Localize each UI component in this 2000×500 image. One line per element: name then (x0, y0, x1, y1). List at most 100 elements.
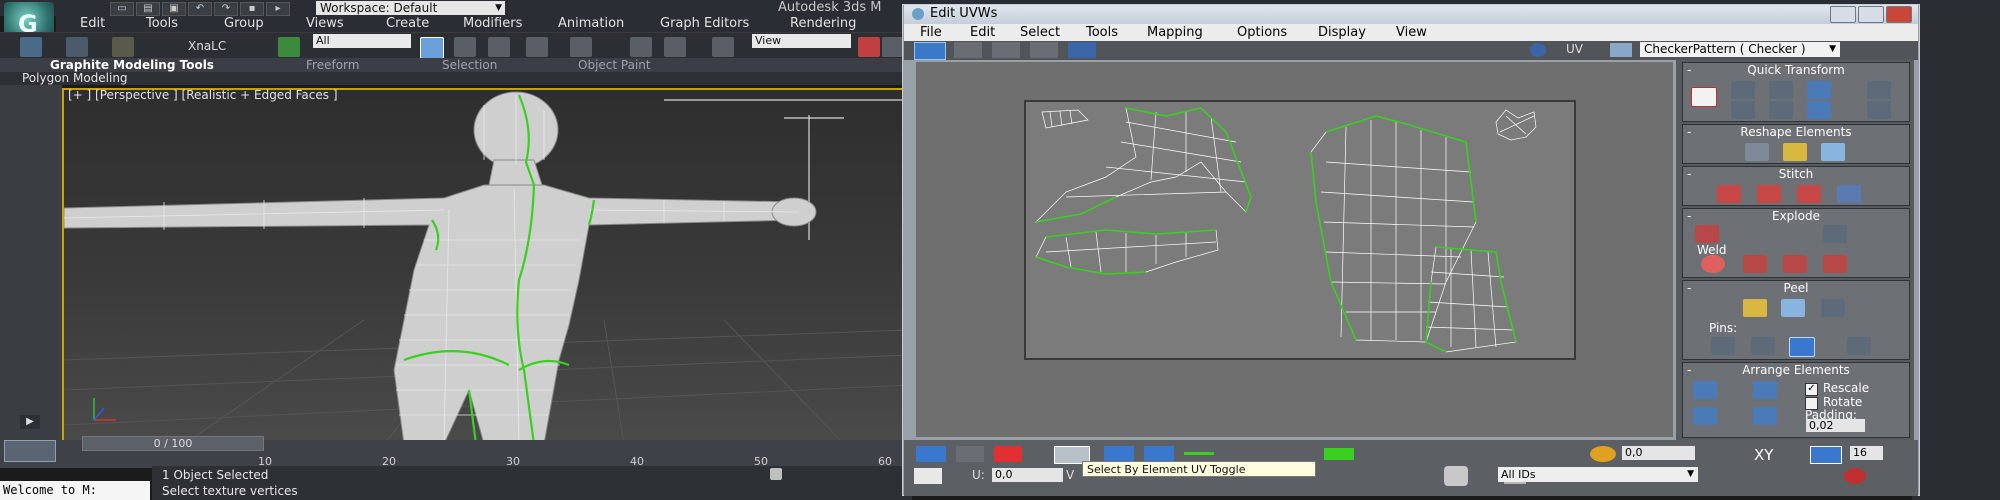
menu-graph-editors[interactable]: Graph Editors (660, 16, 749, 32)
u-coordinate-field[interactable]: 0,0 (992, 468, 1063, 482)
link-icon[interactable] (20, 37, 42, 57)
tab-object-paint[interactable]: Object Paint (578, 58, 651, 72)
vertex-mode-icon[interactable] (916, 446, 946, 462)
break-icon[interactable] (1695, 225, 1719, 243)
tab-freeform[interactable]: Freeform (306, 58, 359, 72)
shrink-selection-icon[interactable] (1144, 446, 1174, 462)
undo-icon[interactable]: ↶ (188, 2, 212, 16)
mirror-uv-icon[interactable] (1068, 42, 1096, 58)
rectangular-selection-icon[interactable] (488, 37, 510, 57)
viewport-label[interactable]: [+ ] [Perspective ] [Realistic + Edged F… (68, 88, 338, 102)
uvw-menu-select[interactable]: Select (1020, 25, 1060, 40)
uv-channel-icon[interactable] (1610, 43, 1632, 57)
polygon-mode-icon[interactable] (994, 446, 1022, 462)
play-icon[interactable]: ▶ (20, 415, 40, 429)
menu-rendering[interactable]: Rendering (790, 16, 856, 32)
redo-icon[interactable]: ↷ (214, 2, 238, 16)
close-button[interactable] (1886, 6, 1912, 23)
uvw-menu-edit[interactable]: Edit (970, 25, 995, 40)
soft-selection-icon[interactable] (1590, 446, 1616, 462)
window-crossing-icon[interactable] (526, 37, 548, 57)
material-id-dropdown[interactable]: All IDs ▼ (1498, 467, 1698, 482)
weld-settings-icon[interactable] (1823, 255, 1847, 273)
set-pivot-icon[interactable] (1691, 87, 1717, 107)
loop-selection-icon[interactable] (1324, 448, 1354, 460)
align-horizontal-icon[interactable] (1731, 81, 1755, 99)
padding-spinner[interactable]: 0,02 (1806, 419, 1865, 432)
stitch-settings-icon[interactable] (1837, 185, 1861, 203)
open-file-icon[interactable]: ▤ (136, 2, 160, 16)
peel-mode-icon[interactable] (1781, 299, 1805, 317)
tab-graphite-modeling-tools[interactable]: Graphite Modeling Tools (50, 58, 214, 72)
detach-edge-verts-icon[interactable] (1823, 225, 1847, 243)
menu-views[interactable]: Views (306, 16, 344, 32)
menu-edit[interactable]: Edit (80, 16, 105, 32)
maxscript-listener[interactable]: Welcome to M: (0, 481, 150, 500)
move-icon[interactable] (914, 42, 946, 60)
project-folder-icon[interactable]: ▸ (266, 2, 290, 16)
select-rotate-icon[interactable] (630, 37, 652, 57)
tab-selection[interactable]: Selection (442, 58, 497, 72)
rollout-title[interactable]: Quick Transform (1683, 63, 1909, 77)
xy-toggle[interactable]: XY (1754, 446, 1773, 464)
checker-display-icon[interactable] (1530, 43, 1546, 57)
scale-icon[interactable] (992, 42, 1020, 58)
soft-selection-falloff-field[interactable]: 0,0 (1622, 446, 1695, 460)
rescale-elements-icon[interactable] (1753, 407, 1777, 425)
weld-all-selected-icon[interactable] (1783, 255, 1807, 273)
save-file-icon[interactable]: ▣ (162, 2, 186, 16)
absolute-offset-icon[interactable] (914, 468, 942, 484)
align-vertical-icon[interactable] (1769, 81, 1793, 99)
grid-size-field[interactable]: 16 (1850, 446, 1883, 460)
mirror-icon[interactable] (882, 37, 904, 57)
menu-create[interactable]: Create (386, 16, 429, 32)
hold-icon[interactable]: ▪ (240, 2, 264, 16)
edit-uvws-titlebar[interactable] (904, 5, 1918, 24)
rollout-title[interactable]: Peel (1683, 281, 1909, 295)
edge-mode-icon[interactable] (956, 446, 984, 462)
pack-normalize-icon[interactable] (1693, 381, 1717, 399)
pan-hand-icon[interactable] (1444, 466, 1468, 486)
uvw-menu-display[interactable]: Display (1318, 25, 1366, 40)
workspace-dropdown[interactable]: Workspace: Default ▼ (316, 1, 505, 15)
pack-together-icon[interactable] (1693, 407, 1717, 425)
new-file-icon[interactable]: ▭ (110, 2, 134, 16)
weld-target-icon[interactable] (1743, 255, 1767, 273)
select-object-icon[interactable] (420, 37, 444, 59)
rotate-icon[interactable] (954, 42, 982, 58)
selection-filter-dropdown[interactable]: All (313, 34, 411, 48)
uvw-menu-view[interactable]: View (1396, 25, 1427, 40)
layers-icon[interactable] (278, 37, 300, 57)
viewport-layout-icon[interactable] (4, 440, 56, 462)
reference-coordinate-dropdown[interactable]: View (752, 34, 851, 48)
auto-pin-icon[interactable] (1789, 337, 1815, 357)
freeform-icon[interactable] (1030, 42, 1058, 58)
snap-toggle-icon[interactable] (858, 37, 880, 57)
stitch-to-source-icon[interactable] (1797, 185, 1821, 203)
uvw-menu-tools[interactable]: Tools (1086, 25, 1118, 40)
select-pins-icon[interactable] (1847, 337, 1871, 355)
zoom-extents-icon[interactable] (1844, 468, 1866, 484)
polygon-modeling-panel[interactable]: Polygon Modeling (22, 72, 128, 85)
space-vertical-icon[interactable] (1867, 101, 1891, 119)
rollout-title[interactable]: Reshape Elements (1683, 125, 1909, 139)
select-scale-icon[interactable] (664, 37, 686, 57)
straighten-icon[interactable] (1769, 101, 1793, 119)
rollout-title[interactable]: Explode (1683, 209, 1909, 223)
rotate-90-icon[interactable] (1807, 81, 1831, 99)
weld-selected-icon[interactable] (1701, 255, 1725, 273)
uvw-menu-mapping[interactable]: Mapping (1147, 25, 1203, 40)
uvw-menu-file[interactable]: File (920, 25, 942, 40)
select-move-icon[interactable] (570, 37, 592, 57)
minimize-button[interactable] (1830, 6, 1856, 23)
rotate-minus-90-icon[interactable] (1807, 101, 1831, 119)
reset-peel-icon[interactable] (1821, 299, 1845, 317)
menu-group[interactable]: Group (224, 16, 264, 32)
pin-selected-icon[interactable] (1711, 337, 1735, 355)
align-to-edge-icon[interactable] (1731, 101, 1755, 119)
stitch-to-target-icon[interactable] (1717, 185, 1741, 203)
uv-mode-label[interactable]: UV (1566, 42, 1583, 56)
use-pivot-icon[interactable] (712, 37, 734, 57)
straighten-selection-icon[interactable] (1745, 143, 1769, 161)
rescale-checkbox[interactable]: ✓ (1805, 383, 1818, 396)
